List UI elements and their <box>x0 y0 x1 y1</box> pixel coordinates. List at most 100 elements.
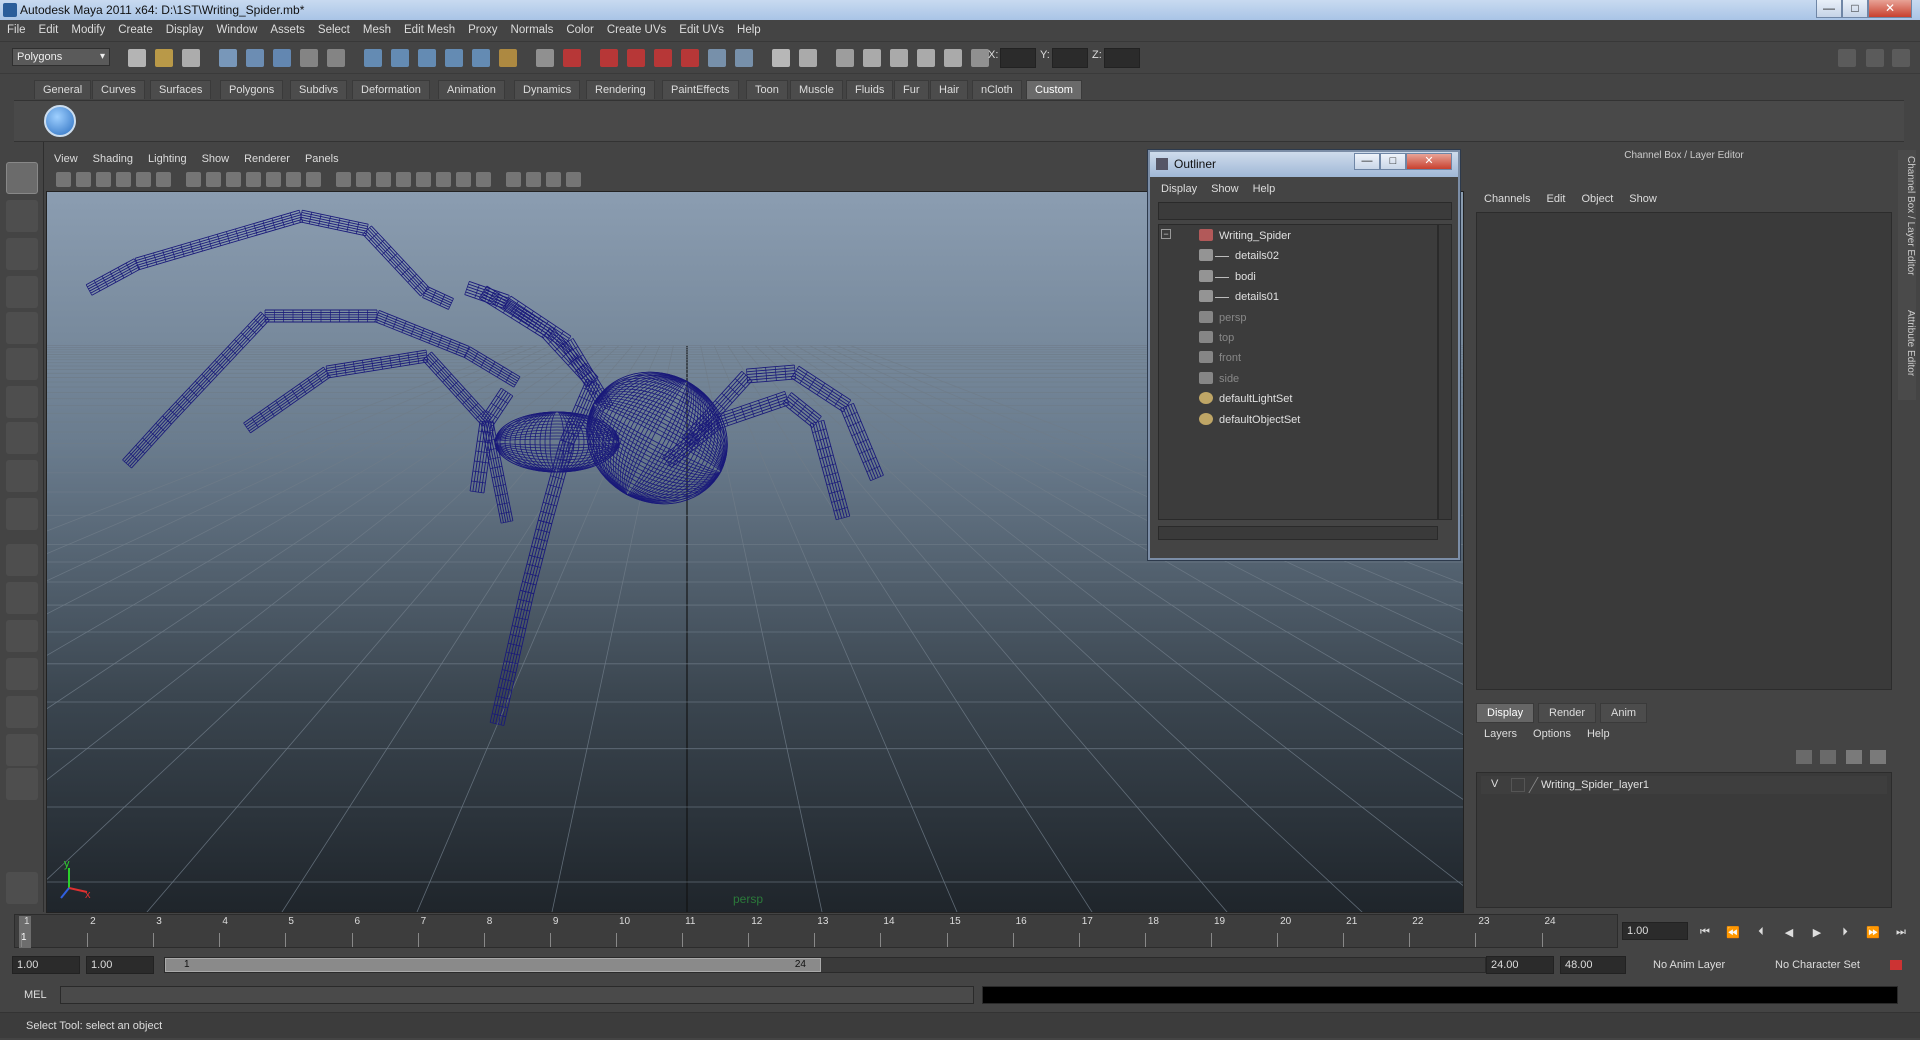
outliner-titlebar[interactable]: Outliner — □ ✕ <box>1150 152 1458 177</box>
attribute-editor-side-tab[interactable]: Attribute Editor <box>1898 310 1916 410</box>
select-render-icon[interactable] <box>472 49 490 67</box>
layer-tab-render[interactable]: Render <box>1538 703 1597 723</box>
grease-pencil-icon[interactable] <box>156 172 171 187</box>
lasso-tool-icon[interactable] <box>6 200 38 232</box>
flat-shade-icon[interactable] <box>376 172 391 187</box>
y-input[interactable] <box>1052 48 1088 68</box>
menu-edit-mesh[interactable]: Edit Mesh <box>397 20 461 36</box>
image-plane-icon[interactable] <box>116 172 131 187</box>
layer-menu-options[interactable]: Options <box>1525 725 1579 740</box>
shelf-tab-deformation[interactable]: Deformation <box>352 80 430 99</box>
animation-start-field[interactable]: 1.00 <box>12 956 80 974</box>
outliner-item-front[interactable]: front <box>1159 349 1429 367</box>
smooth-shade-icon[interactable] <box>356 172 371 187</box>
menu-display[interactable]: Display <box>159 20 210 36</box>
step-back-frame-button[interactable]: ⏴ <box>1754 926 1768 938</box>
resolution-gate-icon[interactable] <box>226 172 241 187</box>
layer-row[interactable]: V Writing_Spider_layer1 <box>1481 776 1887 794</box>
layer-menu-layers[interactable]: Layers <box>1476 725 1525 740</box>
snap-point-icon[interactable] <box>654 49 672 67</box>
menu-file[interactable]: File <box>0 20 32 36</box>
select-dynamic-icon[interactable] <box>445 49 463 67</box>
menu-assets[interactable]: Assets <box>263 20 311 36</box>
move-down-layer-icon[interactable] <box>1870 750 1886 764</box>
input-field-mode-icon[interactable] <box>971 49 989 67</box>
outliner-item-persp[interactable]: persp <box>1159 309 1429 327</box>
shelf-tab-surfaces[interactable]: Surfaces <box>150 80 212 99</box>
layer-type-toggle[interactable] <box>1511 778 1525 792</box>
select-surface-icon[interactable] <box>391 49 409 67</box>
shelf-tab-polygons[interactable]: Polygons <box>220 80 284 99</box>
x-input[interactable] <box>1000 48 1036 68</box>
shelf-tab-hair[interactable]: Hair <box>930 80 969 99</box>
shelf-tab-painteffects[interactable]: PaintEffects <box>662 80 739 99</box>
outliner-item-defaultobjectset[interactable]: defaultObjectSet <box>1159 411 1429 429</box>
channel-box-area[interactable] <box>1476 212 1892 690</box>
sphere-icon[interactable] <box>6 312 38 344</box>
time-slider[interactable]: 1 1 2 3 4 5 6 7 8 9 10 11 12 13 14 15 16 17 18 19 20 21 22 23 2… <box>14 914 1618 948</box>
menu-set-selector[interactable]: Polygons <box>12 48 110 66</box>
viewport-menu-renderer[interactable]: Renderer <box>236 150 297 165</box>
menu-create[interactable]: Create <box>111 20 159 36</box>
menu-help[interactable]: Help <box>730 20 767 36</box>
outliner-menu-help[interactable]: Help <box>1246 180 1283 195</box>
last-tool-icon[interactable] <box>6 498 38 530</box>
outliner-item-writing_spider[interactable]: Writing_Spider <box>1159 227 1429 245</box>
step-forward-key-button[interactable]: ⏩ <box>1866 926 1880 939</box>
2d-pan-zoom-icon[interactable] <box>136 172 151 187</box>
shelf-tab-animation[interactable]: Animation <box>438 80 505 99</box>
bookmarks-icon[interactable] <box>96 172 111 187</box>
autokey-icon[interactable] <box>1890 960 1902 970</box>
grid-icon[interactable] <box>186 172 201 187</box>
shelf-tab-custom[interactable]: Custom <box>1026 80 1082 99</box>
default-light-icon[interactable] <box>476 172 491 187</box>
wireframe-icon[interactable] <box>336 172 351 187</box>
select-by-component-icon[interactable] <box>273 49 291 67</box>
make-live-icon[interactable] <box>708 49 726 67</box>
history-output-icon[interactable] <box>772 49 790 67</box>
channel-menu-edit[interactable]: Edit <box>1538 190 1573 205</box>
go-to-end-button[interactable]: ⏭ <box>1894 926 1908 938</box>
hypershade-icon[interactable] <box>944 49 962 67</box>
shelf-tab-curves[interactable]: Curves <box>92 80 145 99</box>
outliner-item-details02[interactable]: details02 <box>1159 247 1429 265</box>
playback-start-field[interactable]: 1.00 <box>86 956 154 974</box>
snap-grid-icon[interactable] <box>600 49 618 67</box>
hypershade-layout-icon[interactable] <box>6 734 38 766</box>
select-deform-icon[interactable] <box>418 49 436 67</box>
manipulator-icon[interactable] <box>6 460 38 492</box>
viewport-menu-view[interactable]: View <box>46 150 85 165</box>
minimize-button[interactable]: — <box>1816 0 1842 18</box>
z-input[interactable] <box>1104 48 1140 68</box>
safe-action-icon[interactable] <box>286 172 301 187</box>
xray-components-icon[interactable] <box>566 172 581 187</box>
outliner-item-details01[interactable]: details01 <box>1159 288 1429 306</box>
viewport-menu-shading[interactable]: Shading <box>85 150 140 165</box>
construction-history-icon[interactable] <box>799 49 817 67</box>
move-up-layer-icon[interactable] <box>1846 750 1862 764</box>
menu-select[interactable]: Select <box>311 20 356 36</box>
shelf-tab-fur[interactable]: Fur <box>894 80 929 99</box>
shelf-tab-muscle[interactable]: Muscle <box>790 80 843 99</box>
shadows-icon[interactable] <box>456 172 471 187</box>
new-layer-icon[interactable] <box>1796 750 1812 764</box>
shelf-tab-subdivs[interactable]: Subdivs <box>290 80 348 99</box>
single-pane-layout-icon[interactable] <box>6 544 38 576</box>
four-pane-layout-icon[interactable] <box>6 582 38 614</box>
use-all-lights-icon[interactable] <box>436 172 451 187</box>
viewport-menu-panels[interactable]: Panels <box>297 150 346 165</box>
field-chart-icon[interactable] <box>266 172 281 187</box>
play-forward-button[interactable]: ▶ <box>1810 926 1824 939</box>
render-current-icon[interactable] <box>863 49 881 67</box>
gate-mask-icon[interactable] <box>246 172 261 187</box>
mel-input[interactable] <box>60 986 974 1004</box>
save-scene-icon[interactable] <box>182 49 200 67</box>
outliner-item-bodi[interactable]: bodi <box>1159 268 1429 286</box>
paint-select-tool-icon[interactable] <box>6 238 38 270</box>
viewport-menu-show[interactable]: Show <box>194 150 237 165</box>
select-by-object-icon[interactable] <box>246 49 264 67</box>
shelf-tab-rendering[interactable]: Rendering <box>586 80 655 99</box>
lock-selection-icon[interactable] <box>536 49 554 67</box>
open-scene-icon[interactable] <box>155 49 173 67</box>
outliner-item-side[interactable]: side <box>1159 370 1429 388</box>
